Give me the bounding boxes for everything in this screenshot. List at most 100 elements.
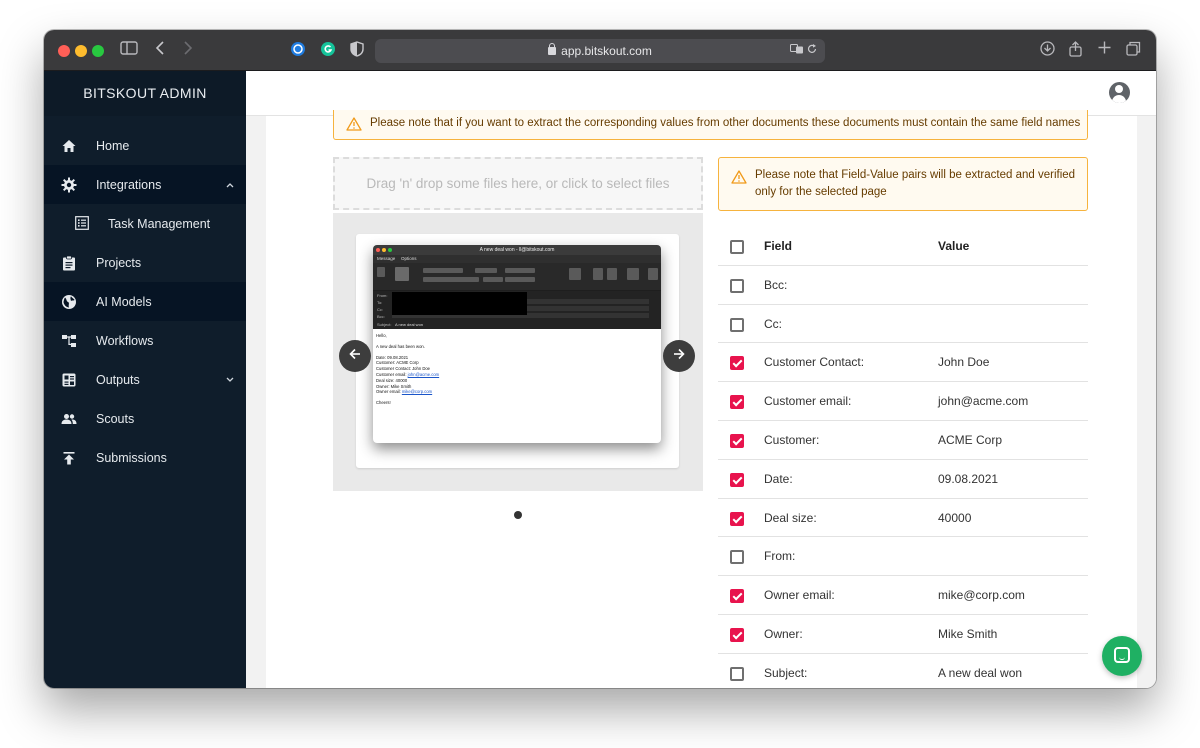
email-subject-label: Subject: <box>377 322 392 327</box>
email-body-line: Cheers! <box>376 400 391 406</box>
chevron-down-icon[interactable] <box>226 375 234 385</box>
email-window-titlebar: A new deal won - ll@bitskout.com <box>373 245 661 255</box>
email-cc-label: Cc: <box>377 307 383 312</box>
lock-icon <box>548 43 557 55</box>
email-header-fields: From: To: Cc: Bcc: Subject: A new deal w… <box>373 291 661 329</box>
field-name-cell: Date: <box>764 471 793 486</box>
sidebar-toggle-icon[interactable] <box>120 41 138 60</box>
sidebar-item-label: Home <box>96 138 130 153</box>
email-body-label: Owner email: <box>376 389 402 395</box>
table-row: Cc: <box>718 305 1088 344</box>
row-checkbox[interactable] <box>730 395 744 410</box>
field-name-cell: Deal size: <box>764 510 817 525</box>
row-checkbox[interactable] <box>730 433 744 448</box>
row-checkbox[interactable] <box>730 666 744 681</box>
reload-icon[interactable] <box>807 44 817 57</box>
sidebar-item-label: Projects <box>96 255 142 270</box>
page-indicator-dot[interactable] <box>514 511 522 519</box>
row-checkbox[interactable] <box>730 472 744 487</box>
table-row: Customer Contact: John Doe <box>718 343 1088 383</box>
row-checkbox[interactable] <box>730 627 744 642</box>
sidebar-item-label: Workflows <box>96 333 154 348</box>
sidebar-item-label: AI Models <box>96 294 152 309</box>
alert-text: Please note that Field-Value pairs will … <box>755 169 1076 198</box>
clipboard-icon <box>61 255 77 271</box>
main-content: Please note that if you want to extract … <box>246 110 1156 688</box>
field-value-cell: 09.08.2021 <box>938 471 999 486</box>
minimize-window-button[interactable] <box>75 45 87 57</box>
sidebar-item-home[interactable]: Home <box>44 126 246 165</box>
chevron-up-icon[interactable] <box>226 180 234 190</box>
sidebar-item-submissions[interactable]: Submissions <box>44 438 246 477</box>
document-page-card[interactable]: A new deal won - ll@bitskout.com Message… <box>356 234 679 468</box>
email-window-title: A new deal won - ll@bitskout.com <box>479 247 555 253</box>
field-name-cell: Owner email: <box>764 588 835 603</box>
sidebar-item-scouts[interactable]: Scouts <box>44 399 246 438</box>
email-body-link: john@acme.com <box>407 371 440 377</box>
email-body: Hello, A new deal has been won. Date: 09… <box>373 329 661 410</box>
email-subject-value: A new deal won <box>395 322 424 327</box>
table-row: Owner email: mike@corp.com <box>718 576 1088 615</box>
table-row: From: <box>718 537 1088 577</box>
field-value-cell: 40000 <box>938 510 972 525</box>
field-name-cell: Owner: <box>764 626 803 641</box>
row-checkbox[interactable] <box>730 356 744 371</box>
column-header-field: Field <box>764 239 793 253</box>
next-page-button[interactable] <box>663 340 695 372</box>
field-name-cell: Subject: <box>764 665 808 680</box>
row-checkbox[interactable] <box>730 511 744 526</box>
field-name-cell: Cc: <box>764 316 782 331</box>
email-from-label: From: <box>377 293 388 298</box>
select-all-checkbox[interactable] <box>730 240 744 254</box>
field-value-cell: john@acme.com <box>938 394 1029 409</box>
row-checkbox[interactable] <box>730 589 744 604</box>
grammarly-icon[interactable] <box>320 41 336 62</box>
translate-icon[interactable] <box>789 44 807 57</box>
arrow-right-icon <box>673 347 685 364</box>
sidebar-item-ai-models[interactable]: AI Models <box>44 282 246 321</box>
file-dropzone[interactable]: Drag 'n' drop some files here, or click … <box>333 157 703 210</box>
field-name-cell: Customer email: <box>764 394 852 409</box>
row-checkbox[interactable] <box>730 317 744 332</box>
new-tab-icon[interactable] <box>1098 41 1111 59</box>
arrow-left-icon <box>349 347 361 364</box>
field-name-cell: Customer: <box>764 432 820 447</box>
table-row: Subject: A new deal won <box>718 654 1088 688</box>
sidebar-item-label: Integrations <box>96 177 162 192</box>
previous-page-button[interactable] <box>339 340 371 372</box>
download-icon[interactable] <box>1040 41 1055 61</box>
account-avatar-icon[interactable] <box>1109 82 1130 103</box>
sidebar-item-projects[interactable]: Projects <box>44 243 246 282</box>
browser-toolbar: app.bitskout.com <box>44 30 1156 71</box>
chat-support-button[interactable] <box>1102 636 1142 676</box>
row-checkbox[interactable] <box>730 278 744 293</box>
sidebar-item-task-management[interactable]: Task Management <box>44 204 246 243</box>
people-icon <box>61 411 77 427</box>
field-name-cell: From: <box>764 549 796 564</box>
brand-title[interactable]: BITSKOUT ADMIN <box>44 71 246 116</box>
zoom-window-button[interactable] <box>92 45 104 57</box>
sidebar-item-label: Task Management <box>108 216 211 231</box>
back-icon[interactable] <box>155 41 165 60</box>
row-checkbox[interactable] <box>730 550 744 565</box>
address-bar[interactable]: app.bitskout.com <box>375 39 825 63</box>
field-value-cell: John Doe <box>938 355 990 370</box>
field-value-table: Field Value Bcc: Cc: Customer Contact: John… <box>718 227 1088 688</box>
sidebar-item-integrations[interactable]: Integrations <box>44 165 246 204</box>
table-row: Date: 09.08.2021 <box>718 460 1088 499</box>
warning-icon <box>346 117 362 131</box>
sidebar-item-workflows[interactable]: Workflows <box>44 321 246 360</box>
share-icon[interactable] <box>1069 41 1082 62</box>
field-value-cell: Mike Smith <box>938 626 998 641</box>
tab-overview-icon[interactable] <box>1126 41 1141 61</box>
sidebar: BITSKOUT ADMIN Home Integrations Task Ma… <box>44 71 246 688</box>
sidebar-item-label: Scouts <box>96 411 135 426</box>
table-row: Deal size: 40000 <box>718 499 1088 538</box>
sidebar-item-outputs[interactable]: Outputs <box>44 360 246 399</box>
extension-blue-icon[interactable] <box>290 41 306 62</box>
field-name-cell: Customer Contact: <box>764 355 865 370</box>
email-tabs: Message Options <box>373 255 661 264</box>
shield-icon[interactable] <box>350 41 364 62</box>
close-window-button[interactable] <box>58 45 70 57</box>
forward-icon[interactable] <box>183 41 193 60</box>
